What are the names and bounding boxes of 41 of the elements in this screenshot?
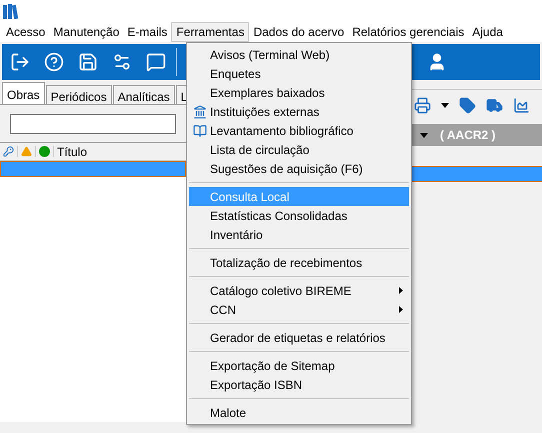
tab[interactable]: Periódicos	[46, 85, 112, 104]
menu-item[interactable]: Instituições externas	[189, 102, 409, 121]
menu-item[interactable]: Malote	[189, 403, 409, 422]
submenu-arrow-icon	[399, 287, 403, 294]
building-icon	[192, 104, 206, 118]
menu-bar-item[interactable]: Acesso	[2, 22, 50, 42]
tab[interactable]: Analíticas	[112, 85, 175, 104]
chart-icon[interactable]	[513, 96, 530, 114]
menu-bar-item[interactable]: Ajuda	[468, 22, 507, 42]
menu-item[interactable]: CCN	[189, 300, 409, 319]
menu-item[interactable]: Avisos (Terminal Web)	[189, 45, 409, 64]
menu-item[interactable]: Gerador de etiquetas e relatórios	[189, 328, 409, 347]
search-field[interactable]	[10, 114, 176, 134]
menu-bar-item[interactable]: Relatórios gerenciais	[348, 22, 468, 42]
menu-item[interactable]: Exportação de Sitemap	[189, 356, 409, 375]
book-icon	[192, 124, 206, 138]
warning-icon	[21, 146, 32, 157]
tag-icon[interactable]	[459, 96, 476, 114]
menu-item[interactable]: Lista de circulação	[189, 140, 409, 159]
menu-item[interactable]: Catálogo coletivo BIREME	[189, 281, 409, 300]
menu-bar-item[interactable]: E-mails	[123, 22, 172, 42]
caret-icon[interactable]	[441, 102, 449, 108]
key-icon	[3, 146, 14, 157]
catalog-standard-label: ( AACR2 )	[440, 127, 496, 144]
tab[interactable]: Obras	[2, 82, 45, 104]
menu-item[interactable]: Estatísticas Consolidadas	[189, 206, 409, 225]
menu-bar-item[interactable]: Manutenção	[49, 22, 124, 42]
menu-bar-item[interactable]: Dados do acervo	[249, 22, 348, 42]
menu-bar-item[interactable]: Ferramentas	[171, 22, 250, 42]
menu-item[interactable]: Sugestões de aquisição (F6)	[189, 159, 409, 178]
books-logo-icon	[2, 3, 20, 19]
menu-item[interactable]: Levantamento bibliográfico	[189, 121, 409, 140]
menu-item[interactable]: Exportação ISBN	[189, 375, 409, 394]
column-header[interactable]: Título	[54, 142, 88, 160]
menu-item[interactable]: Enquetes	[189, 64, 409, 83]
printer-icon[interactable]	[414, 96, 431, 114]
menu-item[interactable]: Totalização de recebimentos	[189, 253, 409, 272]
truck-icon[interactable]	[486, 96, 503, 114]
caret-icon[interactable]	[420, 132, 428, 138]
submenu-arrow-icon	[399, 306, 403, 313]
menu-item[interactable]: Inventário	[189, 225, 409, 244]
